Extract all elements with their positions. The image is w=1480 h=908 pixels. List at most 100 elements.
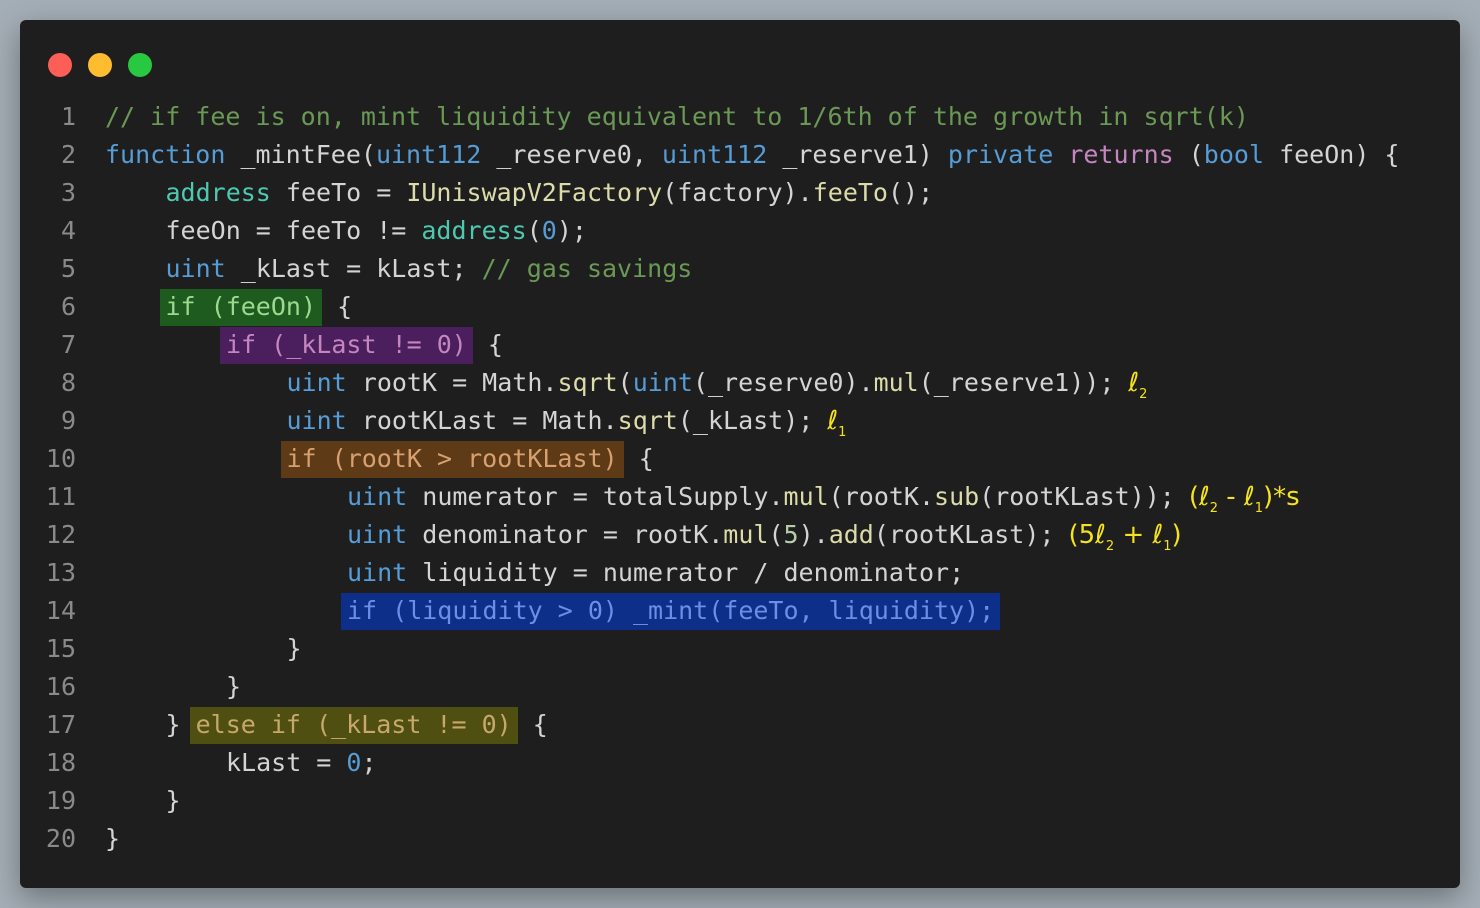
code-line: 8 uint rootK = Math.sqrt(uint(_reserve0).… [20, 364, 1460, 402]
line-number: 12 [45, 520, 76, 549]
code-token: (rootKLast); [873, 520, 1055, 549]
code-text: } [287, 630, 302, 668]
line-number: 2 [60, 140, 76, 169]
code-line: 17} else if (_kLast != 0) { [20, 706, 1460, 744]
line-number: 20 [45, 824, 76, 853]
line-number: 10 [45, 444, 76, 473]
code-token: address [165, 178, 271, 207]
code-token: uint [165, 254, 226, 283]
code-token: _kLast = kLast; [225, 254, 482, 283]
code-line: 3 address feeTo = IUniswapV2Factory(facto… [20, 174, 1460, 212]
annotation-part: 2 [1105, 539, 1115, 554]
code-line: 19} [20, 782, 1460, 820]
code-token: function [105, 140, 226, 169]
code-token: mul [723, 520, 769, 549]
code-token: rootKLast = Math. [346, 406, 618, 435]
code-text: function _mintFee(uint112 _reserve0, uin… [105, 136, 1399, 174]
code-text: uint liquidity = numerator / denominator… [347, 554, 964, 592]
code-token: (); [887, 178, 934, 207]
code-token: feeTo = [270, 178, 407, 207]
code-token: uint [632, 368, 693, 397]
code-token: } [165, 786, 181, 815]
line-number: 11 [45, 482, 76, 511]
code-line: 1 // if fee is on, mint liquidity equival… [20, 98, 1460, 136]
code-token: } [286, 634, 302, 663]
close-window-icon[interactable] [48, 53, 72, 77]
code-text: // if fee is on, mint liquidity equivale… [105, 98, 1249, 136]
annotation-part: )*s [1262, 482, 1300, 512]
code-token: (_kLast); [677, 406, 814, 435]
maximize-window-icon[interactable] [128, 53, 152, 77]
code-window: 1 // if fee is on, mint liquidity equival… [20, 20, 1460, 888]
code-token: (rootK. [828, 482, 935, 511]
annotation-part: ℓ [1128, 368, 1140, 398]
annotation-part: ℓ [827, 406, 839, 436]
code-editor: 1 // if fee is on, mint liquidity equival… [20, 98, 1460, 858]
code-token: ). [798, 520, 829, 549]
code-line: 6 if (feeOn) { [20, 288, 1460, 326]
code-line: 14 if (liquidity > 0) _mint(feeTo, liquid… [20, 592, 1460, 630]
annotation-part: 1 [838, 425, 847, 440]
code-token: bool [1203, 140, 1265, 169]
line-number: 9 [60, 406, 76, 435]
code-token: // gas savings [481, 254, 693, 283]
annotation-part: ) [1171, 520, 1182, 550]
code-token: feeOn) { [1264, 140, 1400, 169]
annotation-part: 1 [1163, 539, 1172, 554]
code-text: if (feeOn) { [159, 288, 353, 326]
code-token: 0 [346, 748, 362, 777]
code-text: feeOn = feeTo != address(0); [166, 212, 587, 250]
line-number: 14 [45, 596, 76, 625]
code-token: rootK = Math. [346, 368, 558, 397]
highlighted-condition: else if (_kLast != 0) [189, 707, 518, 744]
code-token: { [517, 710, 548, 739]
highlighted-condition: if (_kLast != 0) [220, 327, 473, 364]
code-token: (_reserve0). [692, 368, 874, 397]
code-text: } [105, 820, 120, 858]
code-token: ( [526, 216, 542, 245]
math-annotation: (5ℓ2 + ℓ1) [1068, 520, 1182, 554]
code-line: 5 uint _kLast = kLast; // gas savings [20, 250, 1460, 288]
code-line: 2 function _mintFee(uint112 _reserve0, ui… [20, 136, 1460, 174]
annotation-part: - ℓ [1218, 482, 1255, 512]
code-token: uint [286, 406, 347, 435]
code-token: ); [556, 216, 587, 245]
code-token: ( [768, 520, 784, 549]
code-token: } [105, 824, 121, 853]
code-token: sqrt [617, 406, 678, 435]
math-annotation: (ℓ2 - ℓ1)*s [1189, 482, 1300, 516]
code-token: address [421, 216, 527, 245]
code-line: 12 uint denominator = rootK.mul(5).add(ro… [20, 516, 1460, 554]
line-number: 8 [60, 368, 76, 397]
code-line: 9 uint rootKLast = Math.sqrt(_kLast); ℓ1 [20, 402, 1460, 440]
code-token: // if fee is on, mint liquidity equivale… [105, 102, 1249, 131]
code-token: { [322, 292, 353, 321]
code-token: ( [1173, 140, 1204, 169]
code-token: denominator = rootK. [407, 520, 724, 549]
code-text: } else if (_kLast != 0) { [166, 706, 548, 744]
code-token: mul [783, 482, 829, 511]
code-token: feeOn = feeTo != [165, 216, 422, 245]
annotation-part: + ℓ [1114, 520, 1164, 550]
code-token: sub [934, 482, 980, 511]
minimize-window-icon[interactable] [88, 53, 112, 77]
code-text: uint _kLast = kLast; // gas savings [166, 250, 693, 288]
code-text: if (liquidity > 0) _mint(feeTo, liquidit… [341, 592, 1001, 630]
line-number: 4 [60, 216, 76, 245]
code-line: 4 feeOn = feeTo != address(0); [20, 212, 1460, 250]
code-token: liquidity = numerator / denominator; [407, 558, 965, 587]
line-number: 6 [60, 292, 76, 321]
line-number: 1 [60, 102, 76, 131]
code-token: uint112 [661, 140, 768, 169]
code-token: uint [347, 520, 408, 549]
highlighted-condition: if (rootK > rootKLast) [280, 441, 624, 478]
code-text: if (rootK > rootKLast) { [280, 440, 654, 478]
code-token: feeTo [812, 178, 888, 207]
math-annotation: ℓ2 [1128, 368, 1147, 402]
code-token: uint [286, 368, 347, 397]
code-token: { [472, 330, 503, 359]
line-number: 3 [60, 178, 76, 207]
code-token: } [226, 672, 242, 701]
code-token: uint [347, 558, 408, 587]
